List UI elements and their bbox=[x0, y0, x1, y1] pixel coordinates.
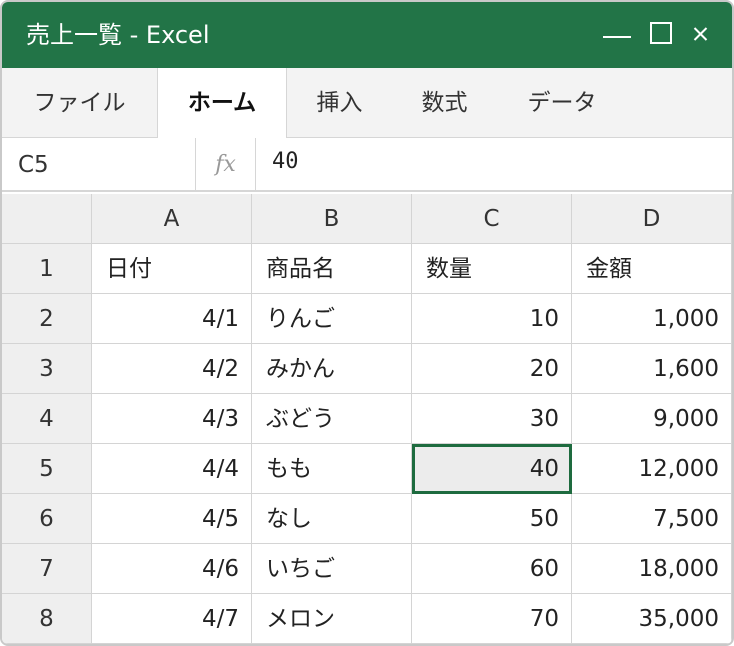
cell-b8[interactable]: メロン bbox=[252, 594, 412, 644]
cell-d7[interactable]: 18,000 bbox=[572, 544, 732, 594]
cell-c3[interactable]: 20 bbox=[412, 344, 572, 394]
name-box[interactable]: C5 bbox=[2, 138, 196, 190]
cell-a5[interactable]: 4/4 bbox=[92, 444, 252, 494]
cell-d3[interactable]: 1,600 bbox=[572, 344, 732, 394]
cell-b1[interactable]: 商品名 bbox=[252, 244, 412, 294]
cell-d5[interactable]: 12,000 bbox=[572, 444, 732, 494]
cell-c4[interactable]: 30 bbox=[412, 394, 572, 444]
column-header-a[interactable]: A bbox=[92, 194, 252, 244]
row-header-2[interactable]: 2 bbox=[2, 294, 92, 344]
row-header-4[interactable]: 4 bbox=[2, 394, 92, 444]
column-header-b[interactable]: B bbox=[252, 194, 412, 244]
minimize-icon[interactable] bbox=[600, 16, 634, 52]
tab-home[interactable]: ホーム bbox=[157, 68, 287, 139]
cell-b4[interactable]: ぶどう bbox=[252, 394, 412, 444]
fx-icon[interactable]: fx bbox=[196, 138, 256, 190]
row-header-3[interactable]: 3 bbox=[2, 344, 92, 394]
column-header-c[interactable]: C bbox=[412, 194, 572, 244]
cell-b2[interactable]: りんご bbox=[252, 294, 412, 344]
cell-d6[interactable]: 7,500 bbox=[572, 494, 732, 544]
cell-a7[interactable]: 4/6 bbox=[92, 544, 252, 594]
tab-insert[interactable]: 挿入 bbox=[287, 68, 392, 138]
cell-a2[interactable]: 4/1 bbox=[92, 294, 252, 344]
spreadsheet-grid: A B C D 1 日付 商品名 数量 金額 2 4/1 りんご 10 1,000 3 4/2 みかん 20 1,6… bbox=[2, 194, 732, 644]
cell-c6[interactable]: 50 bbox=[412, 494, 572, 544]
close-icon[interactable] bbox=[686, 16, 716, 52]
cell-a4[interactable]: 4/3 bbox=[92, 394, 252, 444]
cell-d1[interactable]: 金額 bbox=[572, 244, 732, 294]
excel-window: 売上一覧 - Excel ファイル ホーム 挿入 数式 データ C5 fx 40… bbox=[0, 0, 734, 646]
formula-input[interactable]: 40 bbox=[256, 138, 732, 190]
row-header-7[interactable]: 7 bbox=[2, 544, 92, 594]
selected-cell-c5[interactable]: 40 bbox=[412, 444, 572, 494]
formula-bar: C5 fx 40 bbox=[2, 138, 732, 192]
cell-a8[interactable]: 4/7 bbox=[92, 594, 252, 644]
cell-a6[interactable]: 4/5 bbox=[92, 494, 252, 544]
maximize-icon[interactable] bbox=[646, 16, 676, 52]
cell-c8[interactable]: 70 bbox=[412, 594, 572, 644]
tab-formulas[interactable]: 数式 bbox=[392, 68, 497, 138]
cell-c2[interactable]: 10 bbox=[412, 294, 572, 344]
select-all-corner[interactable] bbox=[2, 194, 92, 244]
row-header-5[interactable]: 5 bbox=[2, 444, 92, 494]
cell-b3[interactable]: みかん bbox=[252, 344, 412, 394]
title-bar: 売上一覧 - Excel bbox=[2, 2, 732, 68]
tab-file[interactable]: ファイル bbox=[2, 68, 157, 138]
cell-d8[interactable]: 35,000 bbox=[572, 594, 732, 644]
ribbon-tabs: ファイル ホーム 挿入 数式 データ bbox=[2, 68, 732, 139]
cell-b7[interactable]: いちご bbox=[252, 544, 412, 594]
cell-a1[interactable]: 日付 bbox=[92, 244, 252, 294]
window-title: 売上一覧 - Excel bbox=[26, 21, 210, 49]
cell-d4[interactable]: 9,000 bbox=[572, 394, 732, 444]
column-header-d[interactable]: D bbox=[572, 194, 732, 244]
cell-c1[interactable]: 数量 bbox=[412, 244, 572, 294]
cell-b5[interactable]: もも bbox=[252, 444, 412, 494]
tab-data[interactable]: データ bbox=[497, 68, 627, 138]
cell-d2[interactable]: 1,000 bbox=[572, 294, 732, 344]
cell-b6[interactable]: なし bbox=[252, 494, 412, 544]
row-header-8[interactable]: 8 bbox=[2, 594, 92, 644]
cell-a3[interactable]: 4/2 bbox=[92, 344, 252, 394]
row-header-1[interactable]: 1 bbox=[2, 244, 92, 294]
cell-c7[interactable]: 60 bbox=[412, 544, 572, 594]
row-header-6[interactable]: 6 bbox=[2, 494, 92, 544]
